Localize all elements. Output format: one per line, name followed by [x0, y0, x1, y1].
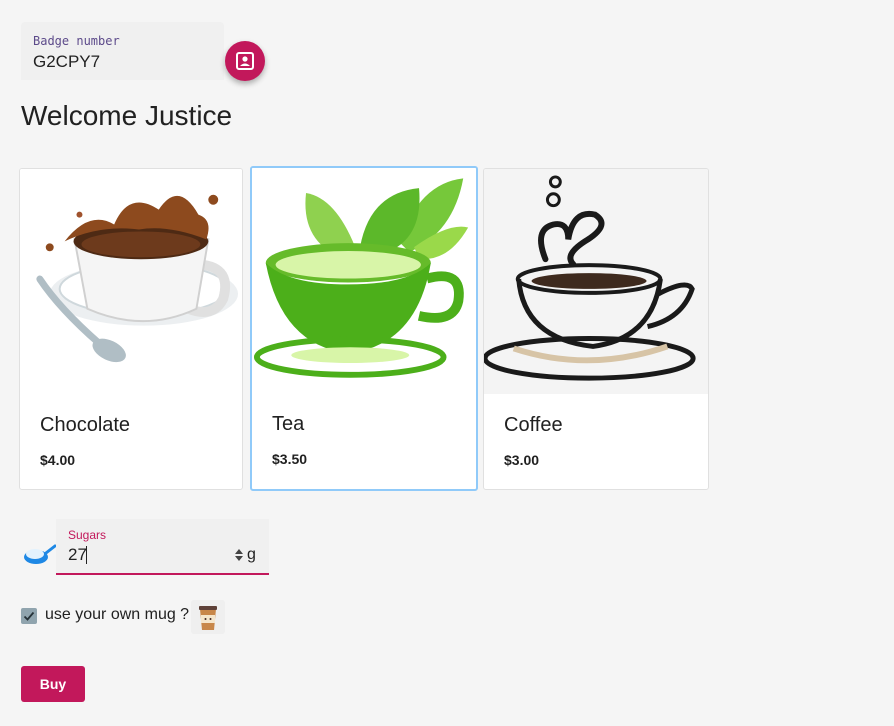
badge-number-field[interactable]: Badge number G2CPY7	[21, 22, 224, 80]
drink-name: Coffee	[504, 414, 563, 436]
drink-price: $4.00	[40, 452, 76, 468]
own-mug-checkbox[interactable]	[21, 608, 37, 624]
badge-icon	[236, 52, 254, 70]
drink-card-coffee[interactable]: Coffee $3.00	[483, 168, 709, 490]
tea-cup-icon	[252, 168, 476, 393]
buy-button[interactable]: Buy	[21, 666, 85, 702]
drink-card-tea[interactable]: Tea $3.50	[250, 166, 478, 491]
drink-name: Tea	[272, 413, 305, 435]
drink-card-chocolate[interactable]: Chocolate $4.00	[19, 168, 243, 490]
badge-number-value[interactable]: G2CPY7	[33, 52, 100, 72]
drink-price: $3.00	[504, 452, 540, 468]
sugars-field[interactable]: Sugars g	[56, 519, 269, 575]
coffee-cup-icon	[484, 169, 708, 394]
mug-icon	[191, 600, 225, 634]
sugars-label: Sugars	[68, 528, 107, 542]
drink-name: Chocolate	[40, 414, 131, 436]
chocolate-cup-icon	[20, 169, 242, 394]
text-cursor	[86, 546, 87, 564]
badge-number-label: Badge number	[33, 34, 120, 48]
checkmark-icon	[23, 611, 35, 621]
sugars-input[interactable]	[68, 544, 218, 566]
sugars-unit: g	[247, 546, 256, 563]
badge-button[interactable]	[225, 41, 265, 81]
welcome-heading: Welcome Justice	[21, 100, 233, 131]
number-spinner-icon[interactable]	[234, 548, 244, 562]
own-mug-label[interactable]: use your own mug ?	[45, 606, 189, 624]
sugar-spoon-icon	[24, 544, 56, 564]
drink-price: $3.50	[272, 451, 308, 467]
